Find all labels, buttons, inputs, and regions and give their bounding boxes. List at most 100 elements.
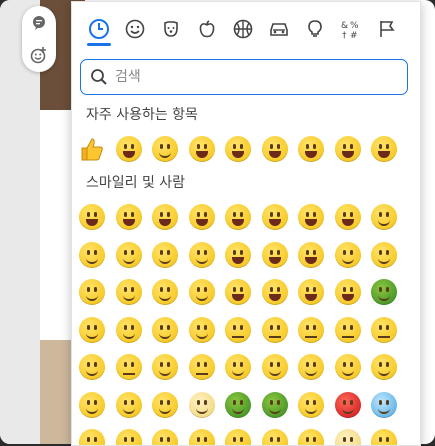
frequent-emoji[interactable]: [298, 136, 324, 162]
smiley-emoji[interactable]: [261, 316, 288, 343]
smiley-emoji[interactable]: [115, 354, 142, 380]
smiley-emoji[interactable]: [298, 279, 324, 305]
smiley-emoji[interactable]: [261, 241, 288, 268]
frequent-emoji[interactable]: [152, 136, 178, 162]
emoji-mouth: [305, 219, 317, 226]
emoji-mouth: [341, 294, 354, 301]
smiley-emoji[interactable]: [79, 241, 105, 268]
smiley-emoji[interactable]: [152, 429, 178, 445]
smiley-emoji[interactable]: [152, 204, 178, 230]
smiley-emoji[interactable]: [261, 279, 288, 305]
svg-text:†: †: [342, 31, 347, 40]
smiley-emoji[interactable]: [298, 354, 324, 380]
tab-objects[interactable]: [298, 12, 332, 46]
smiley-emoji[interactable]: [79, 204, 105, 230]
smiley-emoji[interactable]: [152, 316, 178, 343]
frequent-emoji[interactable]: [115, 136, 142, 162]
smiley-emoji[interactable]: [79, 316, 105, 343]
smiley-emoji[interactable]: [334, 204, 361, 230]
smiley-emoji[interactable]: [334, 279, 361, 305]
smiley-emoji[interactable]: [371, 391, 397, 418]
tab-symbols[interactable]: & % † #: [334, 12, 368, 46]
smiley-emoji[interactable]: [225, 279, 251, 305]
smiley-emoji[interactable]: [334, 316, 361, 343]
side-action-pill: [22, 6, 56, 72]
smiley-emoji[interactable]: [225, 354, 251, 380]
smiley-emoji[interactable]: [371, 316, 397, 343]
smiley-emoji[interactable]: [152, 279, 178, 305]
smiley-emoji[interactable]: [334, 391, 361, 418]
smiley-emoji[interactable]: [115, 204, 142, 230]
smiley-emoji[interactable]: [371, 429, 397, 445]
add-reaction-button[interactable]: [29, 45, 49, 65]
smiley-emoji[interactable]: [225, 429, 251, 445]
smiley-emoji[interactable]: [79, 429, 105, 445]
smiley-emoji[interactable]: [188, 204, 215, 230]
tab-food[interactable]: [190, 12, 224, 46]
smiley-emoji[interactable]: [334, 429, 361, 445]
tab-activities[interactable]: [226, 12, 260, 46]
smiley-emoji[interactable]: [371, 241, 397, 268]
emoji-mouth: [341, 334, 354, 338]
tab-smileys[interactable]: [118, 12, 152, 46]
smiley-emoji[interactable]: [188, 391, 215, 418]
emoji-mouth: [232, 256, 244, 264]
smiley-emoji[interactable]: [188, 316, 215, 343]
emoji-mouth: [159, 368, 171, 376]
frequent-emoji[interactable]: [371, 136, 397, 162]
emoji-mouth: [232, 294, 244, 301]
smiley-emoji[interactable]: [298, 241, 324, 268]
smiley-emoji[interactable]: [298, 391, 324, 418]
tab-animals[interactable]: [154, 12, 188, 46]
tab-flags[interactable]: [370, 12, 404, 46]
frequent-emoji[interactable]: [225, 136, 251, 162]
smiley-emoji[interactable]: [371, 354, 397, 380]
smiley-emoji[interactable]: [115, 279, 142, 305]
frequent-emoji[interactable]: [79, 136, 105, 162]
smiley-emoji[interactable]: [371, 279, 397, 305]
smiley-emoji[interactable]: [261, 429, 288, 445]
smiley-emoji[interactable]: [225, 204, 251, 230]
emoji-mouth: [122, 256, 135, 264]
smiley-emoji[interactable]: [115, 316, 142, 343]
frequent-emoji[interactable]: [334, 136, 361, 162]
smiley-emoji[interactable]: [225, 391, 251, 418]
smiley-icon: [125, 19, 145, 39]
smiley-emoji[interactable]: [115, 429, 142, 445]
smiley-emoji[interactable]: [188, 429, 215, 445]
smiley-emoji[interactable]: [115, 241, 142, 268]
comment-button[interactable]: [29, 13, 49, 33]
smiley-emoji[interactable]: [334, 354, 361, 380]
smiley-emoji[interactable]: [298, 429, 324, 445]
frequent-emoji[interactable]: [261, 136, 288, 162]
smiley-emoji[interactable]: [79, 279, 105, 305]
smiley-emoji[interactable]: [188, 354, 215, 380]
flag-icon: [380, 21, 395, 37]
emoji-mouth: [341, 219, 354, 226]
smiley-emoji[interactable]: [115, 391, 142, 418]
smiley-emoji[interactable]: [225, 241, 251, 268]
emoji-mouth: [341, 256, 354, 264]
smiley-emoji[interactable]: [188, 279, 215, 305]
emoji-mouth: [268, 406, 281, 414]
smiley-emoji[interactable]: [225, 316, 251, 343]
smiley-emoji[interactable]: [79, 354, 105, 380]
smiley-emoji[interactable]: [261, 391, 288, 418]
search-input[interactable]: [113, 65, 397, 89]
emoji-mouth: [378, 256, 390, 264]
frequent-emoji[interactable]: [188, 136, 215, 162]
smiley-emoji[interactable]: [79, 391, 105, 418]
smiley-emoji[interactable]: [152, 241, 178, 268]
smiley-emoji[interactable]: [261, 204, 288, 230]
smiley-emoji[interactable]: [152, 354, 178, 380]
smiley-emoji[interactable]: [334, 241, 361, 268]
smiley-emoji[interactable]: [152, 391, 178, 418]
smiley-emoji[interactable]: [261, 354, 288, 380]
smiley-emoji[interactable]: [298, 204, 324, 230]
smiley-emoji[interactable]: [371, 204, 397, 230]
search-box[interactable]: [80, 59, 408, 95]
tab-recent[interactable]: [82, 12, 116, 46]
tab-travel[interactable]: [262, 12, 296, 46]
smiley-emoji[interactable]: [188, 241, 215, 268]
smiley-emoji[interactable]: [298, 316, 324, 343]
